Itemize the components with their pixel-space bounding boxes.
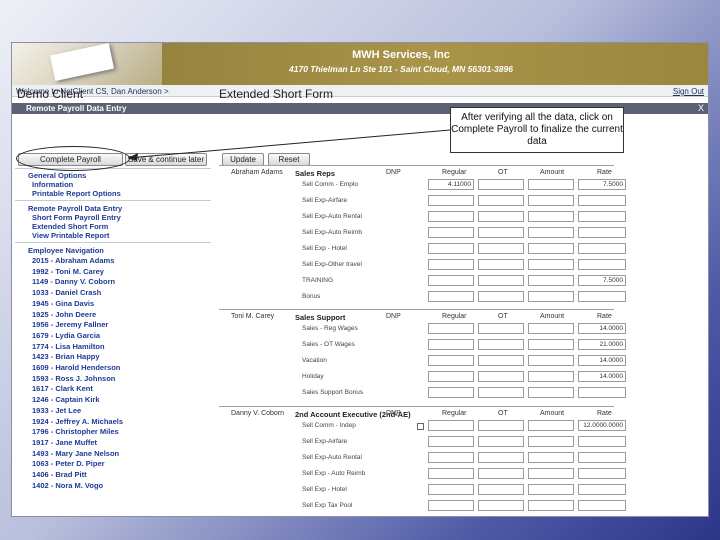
highlight-oval	[16, 146, 130, 171]
callout-pointer	[127, 129, 451, 161]
